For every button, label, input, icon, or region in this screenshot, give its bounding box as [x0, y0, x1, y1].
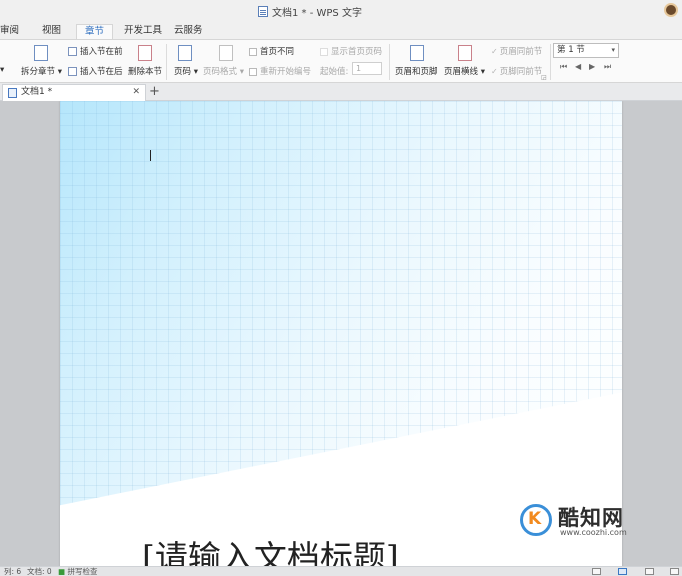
next-section-icon[interactable]: ▶ [589, 62, 595, 71]
page-view-icon[interactable] [618, 568, 627, 575]
insert-before-button[interactable]: 插入节在前 [68, 45, 123, 57]
document-canvas: [请输入文档标题] [0, 101, 682, 566]
status-spell-check[interactable]: ■ 拼写检查 [58, 567, 97, 576]
split-section-button[interactable]: 拆分章节 ▾ [21, 65, 62, 77]
document-tab[interactable]: 文档1 * ✕ [2, 84, 146, 101]
restart-numbering-checkbox[interactable]: 重新开始编号 [249, 65, 311, 77]
start-value-label: 起始值: [320, 67, 349, 77]
header-line-button[interactable]: 页眉横线 ▾ [444, 65, 485, 77]
page-number-format-icon [219, 45, 233, 61]
text-cursor [150, 150, 151, 161]
ribbon: ▾ 拆分章节 ▾ 插入节在前 插入节在后 删除本节 页码 ▾ 页码格式 ▾ 首页… [0, 39, 682, 83]
window-title-text: 文档1 * - WPS 文字 [272, 8, 362, 19]
reading-view-icon[interactable] [592, 568, 601, 575]
ribbon-divider [550, 44, 551, 80]
document-title-placeholder[interactable]: [请输入文档标题] [142, 531, 399, 566]
menu-bar: 审阅 视图 章节 开发工具 云服务 [0, 22, 682, 40]
insert-before-icon [68, 47, 77, 56]
document-tab-label: 文档1 * [21, 87, 53, 97]
delete-section-icon [138, 45, 152, 61]
header-footer-icon [410, 45, 424, 61]
document-icon [8, 88, 17, 98]
start-value-input[interactable]: 1 [352, 62, 382, 75]
section-select-value: 第 1 节 [557, 45, 585, 55]
checkbox-box [249, 67, 257, 76]
last-section-icon[interactable]: ⏭ [604, 62, 611, 72]
tab-cloud[interactable]: 云服务 [166, 24, 211, 40]
header-line-icon [458, 45, 472, 61]
ribbon-divider [166, 44, 167, 80]
tab-section[interactable]: 章节 [76, 24, 114, 40]
tab-review[interactable]: 审阅 [0, 24, 27, 40]
page-number-format-button[interactable]: 页码格式 ▾ [203, 65, 244, 77]
ribbon-divider [389, 44, 390, 80]
split-section-icon [34, 45, 48, 61]
page-grid [60, 101, 622, 506]
watermark: K 酷知网 www.coozhi.com [518, 498, 664, 542]
web-view-icon[interactable] [670, 568, 679, 575]
show-first-page-number-checkbox[interactable]: 显示首页页码 [320, 45, 382, 57]
dialog-launcher-icon[interactable]: ◲ [541, 74, 547, 81]
document-icon [258, 6, 268, 17]
close-icon[interactable]: ✕ [132, 85, 140, 100]
status-column: 列: 6 [4, 567, 22, 576]
link-icon: ✓ [491, 67, 498, 76]
header-same-as-prev-button[interactable]: ✓ 页眉同前节 [491, 45, 542, 57]
status-word-count[interactable]: 文档: 0 [27, 567, 52, 576]
title-bar: 文档1 * - WPS 文字 [0, 0, 682, 22]
document-tab-bar: 文档1 * ✕ + [0, 83, 682, 101]
section-select[interactable]: 第 1 节 ▾ [553, 43, 619, 58]
checkbox-box [320, 47, 328, 56]
header-footer-button[interactable]: 页眉和页脚 [395, 65, 438, 77]
ribbon-clipped-dropdown[interactable]: ▾ [0, 65, 4, 75]
footer-same-as-prev-button[interactable]: ✓ 页脚同前节 [491, 65, 542, 77]
watermark-url: www.coozhi.com [560, 528, 627, 537]
link-icon: ✓ [491, 47, 498, 56]
status-bar: 列: 6 文档: 0 ■ 拼写检查 [0, 566, 682, 576]
insert-after-icon [68, 67, 77, 76]
new-tab-button[interactable]: + [149, 84, 160, 99]
insert-after-button[interactable]: 插入节在后 [68, 65, 123, 77]
first-page-different-checkbox[interactable]: 首页不同 [249, 45, 294, 57]
tab-view[interactable]: 视图 [34, 24, 69, 40]
prev-section-icon[interactable]: ◀ [575, 62, 581, 71]
outline-view-icon[interactable] [645, 568, 654, 575]
first-section-icon[interactable]: ⏮ [560, 62, 567, 72]
window-title: 文档1 * - WPS 文字 [258, 4, 362, 19]
page-number-icon [178, 45, 192, 61]
page-number-button[interactable]: 页码 ▾ [174, 65, 198, 77]
checkbox-box [249, 47, 257, 56]
avatar[interactable] [664, 3, 678, 17]
delete-section-button[interactable]: 删除本节 [128, 65, 162, 77]
tab-developer[interactable]: 开发工具 [116, 24, 170, 40]
document-page[interactable]: [请输入文档标题] [60, 101, 622, 566]
chevron-down-icon: ▾ [611, 46, 615, 54]
watermark-logo: K [520, 504, 552, 536]
